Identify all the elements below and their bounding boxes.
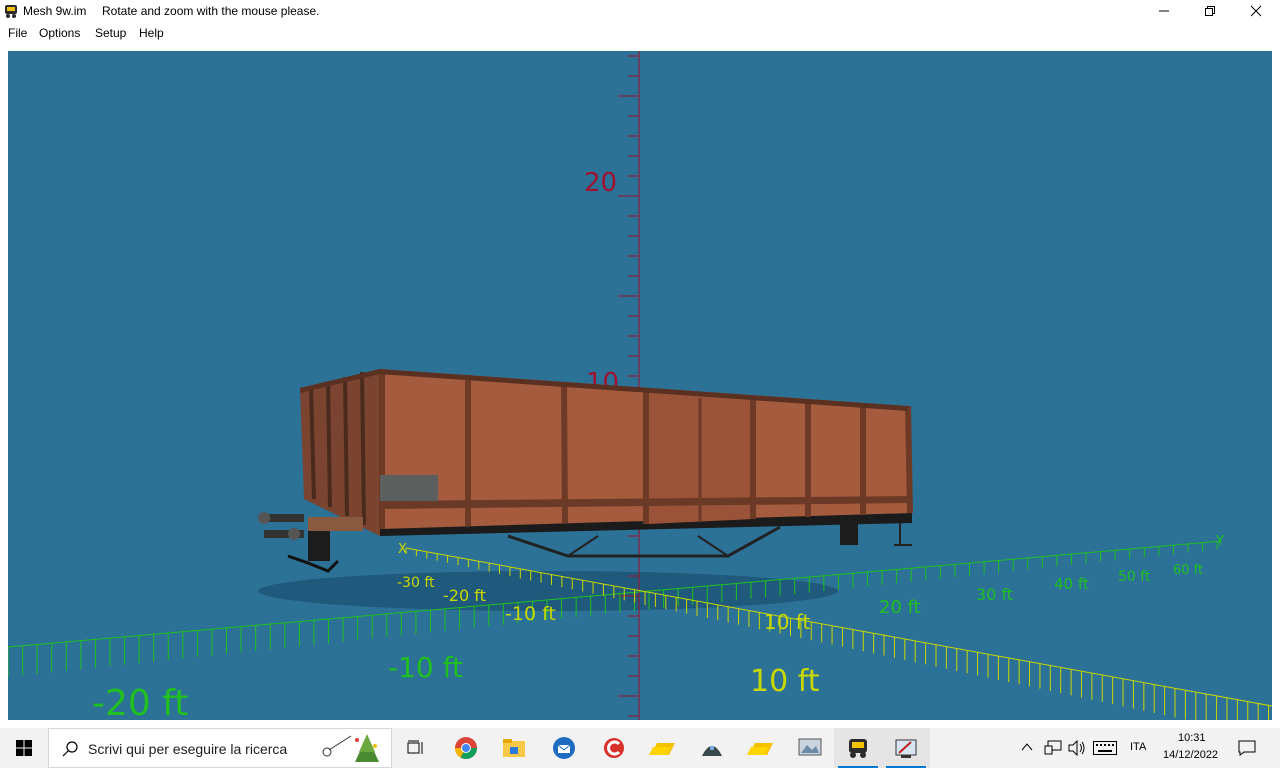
windows-icon <box>16 740 32 756</box>
scene-canvas[interactable]: 20 10 Y 20 ft 30 ft 40 ft 50 ft 60 ft -1… <box>8 51 1272 720</box>
language-indicator[interactable]: ITA <box>1130 741 1146 753</box>
taskbar: Scrivi qui per eseguire la ricerca ITA 1… <box>0 728 1280 768</box>
x-axis-name: X <box>398 542 407 557</box>
restore-icon <box>1205 6 1215 16</box>
y-axis-name: Y <box>1215 534 1224 549</box>
settings-app-icon <box>895 739 917 758</box>
taskbar-ccleaner[interactable] <box>590 728 638 768</box>
freight-wagon-model[interactable] <box>258 369 913 573</box>
vertical-axis-label-20: 20 <box>584 168 617 198</box>
task-view-button[interactable] <box>392 728 440 768</box>
clock-time[interactable]: 10:31 <box>1178 732 1206 744</box>
x-label-10ft-near: 10 ft <box>764 610 810 634</box>
taskbar-folder-2[interactable] <box>736 728 784 768</box>
title-bar: Mesh 9w.im Rotate and zoom with the mous… <box>0 0 1280 22</box>
minimize-button[interactable] <box>1141 0 1187 22</box>
y-label-minus-10ft: -10 ft <box>388 651 463 684</box>
close-button[interactable] <box>1233 0 1279 22</box>
3d-viewport[interactable]: 20 10 Y 20 ft 30 ft 40 ft 50 ft 60 ft -1… <box>8 51 1272 720</box>
taskbar-settings-app[interactable] <box>882 728 930 768</box>
taskbar-chrome[interactable] <box>442 728 490 768</box>
vertical-axis <box>618 51 640 720</box>
window-title: Mesh 9w.im <box>23 4 87 18</box>
menu-bar: File Options Setup Help <box>0 22 1280 42</box>
chevron-up-icon[interactable] <box>1021 742 1033 752</box>
folder-icon <box>747 743 773 755</box>
taskbar-folder-1[interactable] <box>638 728 686 768</box>
menu-options[interactable]: Options <box>39 26 80 40</box>
y-label-50ft: 50 ft <box>1118 569 1151 585</box>
x-label-minus-20ft: -20 ft <box>443 586 486 605</box>
y-label-30ft: 30 ft <box>976 585 1013 604</box>
thunderbird-icon <box>553 737 575 759</box>
taskbar-file-explorer[interactable] <box>490 728 538 768</box>
search-highlight-icon <box>322 734 379 762</box>
clock-date[interactable]: 14/12/2022 <box>1163 749 1218 761</box>
start-button[interactable] <box>0 728 48 768</box>
app-icon <box>702 746 722 756</box>
restore-button[interactable] <box>1187 0 1233 22</box>
network-icon[interactable] <box>1044 740 1062 756</box>
minimize-icon <box>1159 10 1169 12</box>
volume-icon[interactable] <box>1068 740 1086 756</box>
y-label-40ft: 40 ft <box>1054 575 1089 593</box>
status-message: Rotate and zoom with the mouse please. <box>102 4 320 18</box>
ccleaner-icon <box>604 738 624 758</box>
y-label-minus-20ft: -20 ft <box>92 683 188 720</box>
chrome-icon <box>455 737 477 759</box>
menu-setup[interactable]: Setup <box>95 26 126 40</box>
image-viewer-icon <box>798 738 822 756</box>
search-placeholder: Scrivi qui per eseguire la ricerca <box>88 741 288 757</box>
taskbar-thunderbird[interactable] <box>540 728 588 768</box>
mesh-app-icon <box>849 739 867 758</box>
keyboard-icon[interactable] <box>1093 741 1117 755</box>
search-box[interactable]: Scrivi qui per eseguire la ricerca <box>48 728 392 768</box>
x-label-10ft-far: 10 ft <box>750 664 820 699</box>
y-label-60ft: 60 ft <box>1173 563 1203 578</box>
task-view-icon <box>407 740 423 754</box>
taskbar-app[interactable] <box>688 728 736 768</box>
folder-icon <box>649 743 675 755</box>
close-icon <box>1250 5 1262 17</box>
menu-help[interactable]: Help <box>139 26 164 40</box>
file-explorer-icon <box>503 739 525 757</box>
notification-icon[interactable] <box>1238 740 1256 756</box>
taskbar-mesh-app[interactable] <box>834 728 882 768</box>
search-icon <box>62 741 78 757</box>
menu-file[interactable]: File <box>8 26 27 40</box>
x-label-minus-10ft: -10 ft <box>505 603 556 625</box>
y-label-20ft: 20 ft <box>879 597 921 618</box>
app-icon <box>5 5 17 18</box>
taskbar-image-viewer[interactable] <box>786 728 834 768</box>
x-label-minus-30ft: -30 ft <box>397 575 435 591</box>
